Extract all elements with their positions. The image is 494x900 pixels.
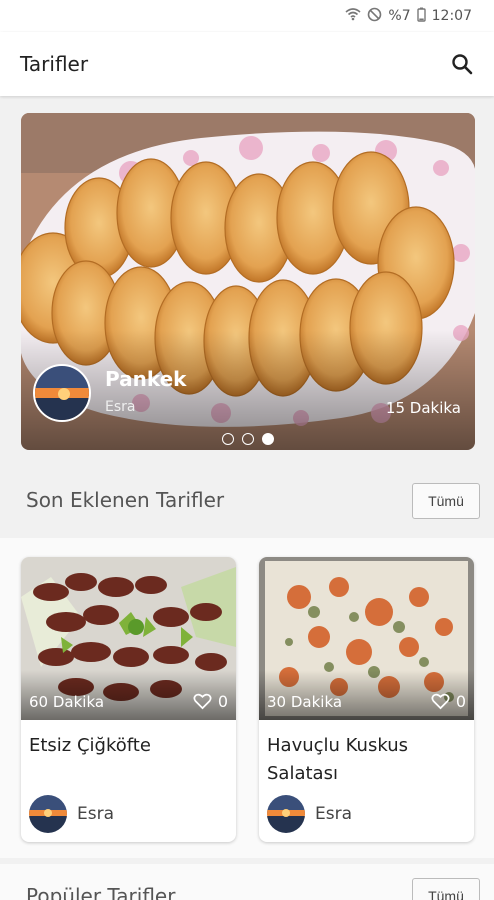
avatar (29, 795, 67, 833)
heart-icon (431, 693, 450, 710)
wifi-icon (345, 7, 361, 25)
like-button[interactable]: 0 (431, 692, 466, 711)
featured-recipe-title: Pankek (105, 367, 187, 391)
section-title: Son Eklenen Tarifler (26, 488, 225, 512)
like-count: 0 (217, 692, 228, 711)
recipe-name: Etsiz Çiğköfte (29, 735, 151, 756)
like-count: 0 (455, 692, 466, 711)
featured-recipe-card[interactable]: Pankek Esra 15 Dakika (21, 113, 475, 450)
recipe-card[interactable]: 30 Dakika 0 Havuçlu Kuskus Salatası Esra (259, 557, 474, 842)
status-bar: %7 12:07 (0, 0, 494, 32)
see-all-button[interactable]: Tümü (412, 878, 480, 900)
search-icon[interactable] (448, 50, 476, 78)
carousel-dot-active[interactable] (262, 433, 274, 445)
page-title: Tarifler (20, 52, 89, 76)
section-title: Popüler Tarifler (26, 884, 176, 900)
recipe-author: Esra (77, 804, 115, 824)
heart-icon (193, 693, 212, 710)
battery-percent: %7 (388, 8, 411, 24)
recipe-name: Havuçlu Kuskus Salatası (267, 735, 409, 784)
recipe-card[interactable]: 60 Dakika 0 Etsiz Çiğköfte Esra (21, 557, 236, 842)
see-all-button[interactable]: Tümü (412, 483, 480, 519)
avatar (33, 364, 91, 422)
featured-recipe-duration: 15 Dakika (385, 399, 461, 417)
recipe-author-row: Esra (29, 795, 114, 833)
carousel-dot[interactable] (242, 433, 254, 445)
recipe-author-row: Esra (267, 795, 352, 833)
recipe-duration: 60 Dakika (29, 693, 105, 711)
avatar (267, 795, 305, 833)
battery-icon (416, 7, 426, 26)
clock: 12:07 (431, 8, 472, 24)
carousel-indicator (21, 433, 475, 445)
app-bar: Tarifler (0, 32, 494, 96)
like-button[interactable]: 0 (193, 692, 228, 711)
featured-recipe-author: Esra (105, 399, 136, 415)
recipe-author: Esra (315, 804, 353, 824)
recipe-duration: 30 Dakika (267, 693, 343, 711)
dnd-icon (367, 7, 382, 26)
popular-recipes-section: Popüler Tarifler Tümü (0, 864, 494, 900)
carousel-dot[interactable] (222, 433, 234, 445)
